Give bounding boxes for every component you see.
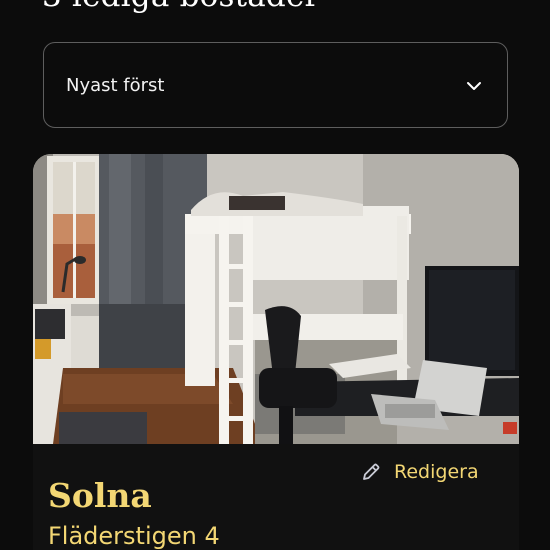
edit-link[interactable]: Redigera [360, 461, 479, 483]
listing-city: Solna [48, 476, 152, 515]
edit-label: Redigera [394, 461, 479, 483]
pencil-icon [363, 463, 380, 480]
listing-card[interactable]: Redigera Solna Fläderstigen 4 [33, 154, 519, 550]
listing-street: Fläderstigen 4 [48, 522, 220, 550]
page-title: 3 lediga bostäder [42, 0, 320, 14]
bedroom-photo [33, 154, 519, 444]
chevron-down-icon [467, 82, 481, 90]
sort-dropdown[interactable]: Nyast först [43, 42, 508, 128]
sort-selected-value: Nyast först [66, 74, 165, 96]
